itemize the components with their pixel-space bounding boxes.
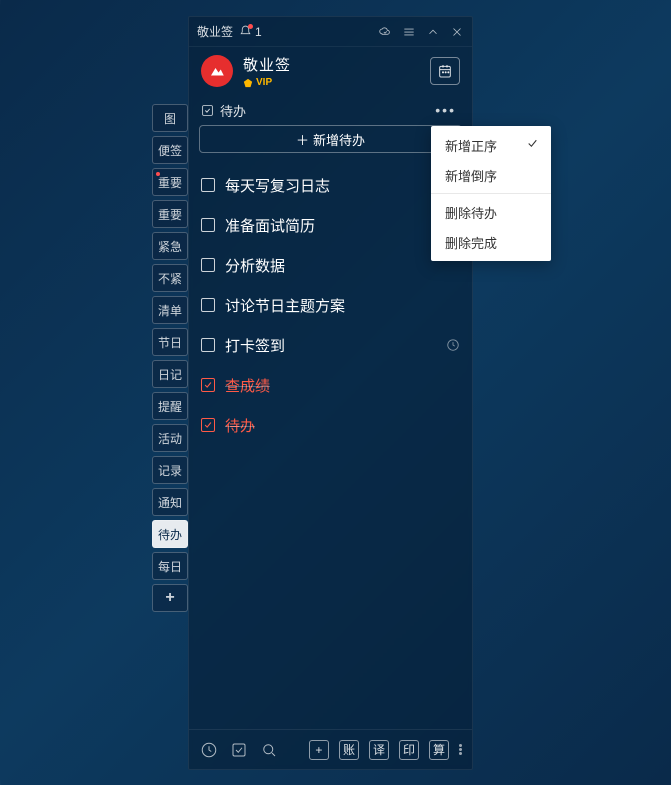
dropdown-item[interactable]: 新增正序 bbox=[431, 130, 551, 160]
sidebar-tab[interactable]: 待办 bbox=[152, 520, 188, 548]
todo-section-icon bbox=[201, 104, 214, 117]
todo-text: 每天写复习日志 bbox=[225, 175, 460, 196]
dropdown-item-label: 删除待办 bbox=[445, 203, 497, 222]
todo-item[interactable]: 讨论节日主题方案 bbox=[199, 285, 462, 325]
dropdown-separator bbox=[431, 193, 551, 194]
dropdown-item[interactable]: 新增倒序 bbox=[431, 160, 551, 190]
add-todo-button[interactable]: ＋ 新增待办 bbox=[199, 125, 462, 153]
todo-checkbox[interactable] bbox=[201, 218, 215, 232]
todo-list: 每天写复习日志准备面试简历分析数据讨论节日主题方案打卡签到查成绩待办 bbox=[189, 161, 472, 729]
add-square-button[interactable]: + bbox=[309, 740, 329, 760]
todo-checkbox[interactable] bbox=[201, 258, 215, 272]
sidebar-tab[interactable]: 不紧 bbox=[152, 264, 188, 292]
sidebar-tab[interactable]: 提醒 bbox=[152, 392, 188, 420]
add-todo-label: 新增待办 bbox=[313, 130, 365, 149]
checklist-icon[interactable] bbox=[229, 740, 249, 760]
todo-text: 待办 bbox=[225, 415, 460, 436]
sort-dropdown: 新增正序新增倒序删除待办删除完成 bbox=[431, 126, 551, 261]
todo-text: 准备面试简历 bbox=[225, 215, 460, 236]
sidebar-tab[interactable]: 紧急 bbox=[152, 232, 188, 260]
add-category-button[interactable]: + bbox=[152, 584, 188, 612]
todo-item[interactable]: 每天写复习日志 bbox=[199, 165, 462, 205]
section-title: 待办 bbox=[220, 101, 246, 120]
todo-checkbox[interactable] bbox=[201, 338, 215, 352]
dropdown-item[interactable]: 删除待办 bbox=[431, 197, 551, 227]
close-icon[interactable] bbox=[450, 25, 464, 39]
header: 敬业签 VIP bbox=[189, 47, 472, 95]
calendar-button[interactable] bbox=[430, 57, 460, 85]
dropdown-item-label: 新增倒序 bbox=[445, 166, 497, 185]
dropdown-item-label: 新增正序 bbox=[445, 136, 497, 155]
category-tabs: 图便签重要重要紧急不紧清单节日日记提醒活动记录通知待办每日+ bbox=[152, 104, 188, 612]
sidebar-tab[interactable]: 日记 bbox=[152, 360, 188, 388]
plus-icon: ＋ bbox=[296, 130, 309, 149]
reminder-clock-icon[interactable] bbox=[446, 338, 460, 352]
todo-item[interactable]: 打卡签到 bbox=[199, 325, 462, 365]
sidebar-tab[interactable]: 每日 bbox=[152, 552, 188, 580]
sidebar-tab[interactable]: 清单 bbox=[152, 296, 188, 324]
section-header: 待办 ••• bbox=[189, 95, 472, 125]
sidebar-tab[interactable]: 节日 bbox=[152, 328, 188, 356]
search-icon[interactable] bbox=[259, 740, 279, 760]
sidebar-tab[interactable]: 活动 bbox=[152, 424, 188, 452]
bottom-toolbar: + 账 译 印 算 bbox=[189, 729, 472, 769]
todo-text: 讨论节日主题方案 bbox=[225, 295, 460, 316]
notification-dot bbox=[248, 24, 253, 29]
calc-button[interactable]: 算 bbox=[429, 740, 449, 760]
check-icon bbox=[526, 137, 539, 153]
sidebar-tab[interactable]: 重要 bbox=[152, 168, 188, 196]
todo-checkbox[interactable] bbox=[201, 378, 215, 392]
translate-button[interactable]: 译 bbox=[369, 740, 389, 760]
account-button[interactable]: 账 bbox=[339, 740, 359, 760]
sidebar-tab[interactable]: 便签 bbox=[152, 136, 188, 164]
more-vertical-icon[interactable] bbox=[459, 744, 462, 755]
titlebar: 敬业签 1 bbox=[189, 17, 472, 47]
vip-badge: VIP bbox=[243, 77, 420, 88]
todo-text: 查成绩 bbox=[225, 375, 460, 396]
todo-text: 打卡签到 bbox=[225, 335, 436, 356]
unread-dot bbox=[156, 172, 160, 176]
dropdown-item[interactable]: 删除完成 bbox=[431, 227, 551, 257]
app-logo bbox=[201, 55, 233, 87]
collapse-up-icon[interactable] bbox=[426, 25, 440, 39]
history-icon[interactable] bbox=[199, 740, 219, 760]
todo-item[interactable]: 待办 bbox=[199, 405, 462, 445]
print-button[interactable]: 印 bbox=[399, 740, 419, 760]
todo-text: 分析数据 bbox=[225, 255, 460, 276]
todo-checkbox[interactable] bbox=[201, 418, 215, 432]
menu-icon[interactable] bbox=[402, 25, 416, 39]
sidebar-tab[interactable]: 记录 bbox=[152, 456, 188, 484]
more-options-icon[interactable]: ••• bbox=[431, 100, 460, 120]
todo-checkbox[interactable] bbox=[201, 298, 215, 312]
sidebar-tab[interactable]: 重要 bbox=[152, 200, 188, 228]
app-title: 敬业签 bbox=[197, 23, 233, 40]
notification-bell[interactable]: 1 bbox=[239, 25, 262, 39]
todo-item[interactable]: 分析数据 bbox=[199, 245, 462, 285]
brand-name: 敬业签 bbox=[243, 54, 420, 75]
todo-item[interactable]: 查成绩 bbox=[199, 365, 462, 405]
notification-count: 1 bbox=[255, 25, 262, 39]
todo-item[interactable]: 准备面试简历 bbox=[199, 205, 462, 245]
cloud-sync-icon[interactable] bbox=[378, 25, 392, 39]
todo-checkbox[interactable] bbox=[201, 178, 215, 192]
dropdown-item-label: 删除完成 bbox=[445, 233, 497, 252]
sidebar-tab[interactable]: 图 bbox=[152, 104, 188, 132]
sidebar-tab[interactable]: 通知 bbox=[152, 488, 188, 516]
